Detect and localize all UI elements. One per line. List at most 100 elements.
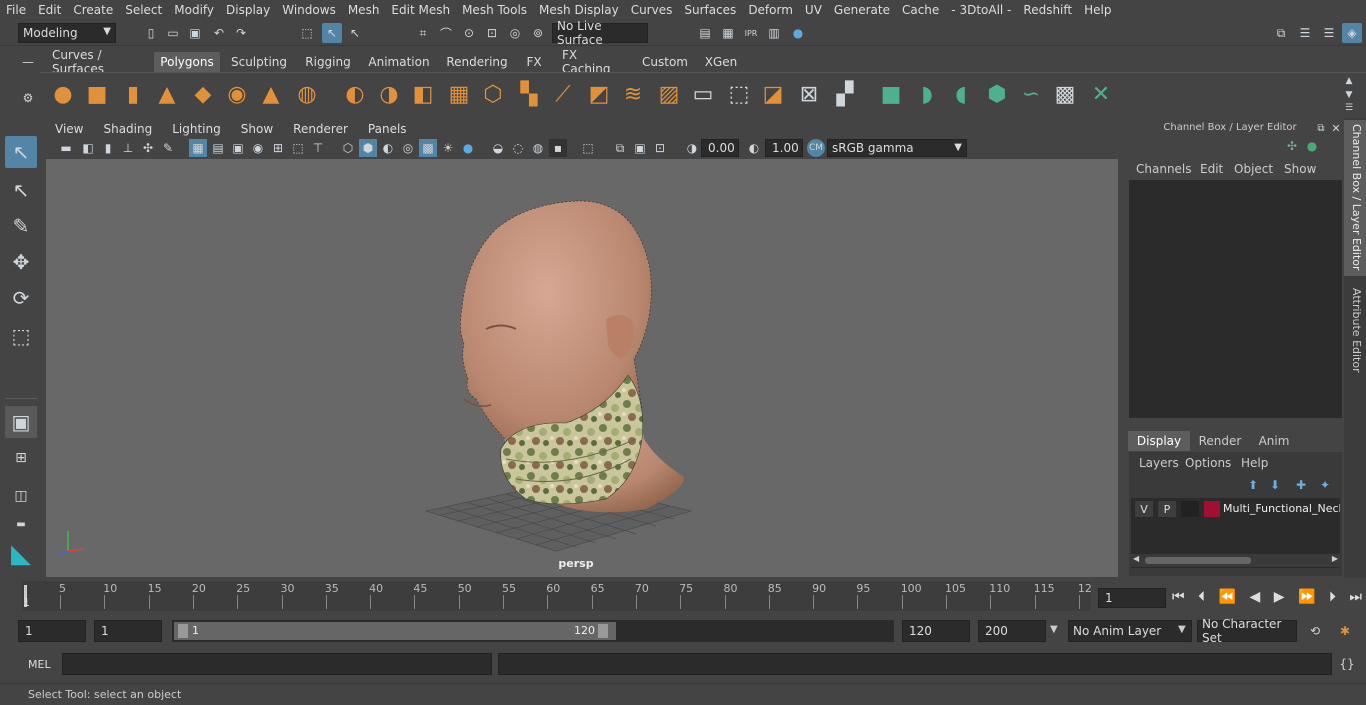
snap-grid-icon[interactable]: ⌗ [414,24,432,42]
redo-icon[interactable]: ↷ [232,24,250,42]
layer-color-swatch[interactable] [1204,501,1220,517]
snap-plane-icon[interactable]: ⊡ [483,24,501,42]
character-set-dropdown[interactable]: No Character Set [1197,617,1297,645]
show-menu[interactable]: Show [1284,162,1324,176]
float-panel-icon[interactable]: ⧉ [1314,121,1328,135]
range-slider-left-grip[interactable] [178,624,188,638]
viewport-menu-panels[interactable]: Panels [358,122,417,136]
anti-aliasing-icon[interactable]: ◌ [509,139,527,157]
menu-windows[interactable]: Windows [276,3,342,17]
undo-icon[interactable]: ↶ [210,24,228,42]
offset-edge-loop-icon[interactable]: ◪ [758,79,788,109]
menu-mesh-display[interactable]: Mesh Display [533,3,625,17]
layer-tab-render[interactable]: Render [1192,431,1248,451]
render-frame-icon[interactable]: ▦ [719,24,737,42]
textured-icon[interactable]: ◎ [399,139,417,157]
layer-playback-toggle[interactable]: P [1158,501,1176,517]
animation-preferences-icon[interactable]: ✱ [1336,622,1354,640]
viewport-menu-lighting[interactable]: Lighting [162,122,231,136]
menu-mesh-tools[interactable]: Mesh Tools [456,3,533,17]
shelf-scroll-up-icon[interactable]: ▲ [1342,75,1356,87]
safe-action-icon[interactable]: ⬚ [289,139,307,157]
modeling-toolkit-icon[interactable]: ⧉ [1272,24,1290,42]
bevel-edge-icon[interactable]: ◩ [584,79,614,109]
attribute-editor-toggle-icon[interactable]: ☰ [1296,24,1314,42]
select-hierarchy-icon[interactable]: ⬚ [298,24,316,42]
outliner-layout-icon[interactable]: ◫ [5,480,37,512]
shelf-settings-icon[interactable]: ⚙ [20,90,36,106]
exposure-field[interactable]: 0.00 [701,139,739,157]
side-tab-channel-box[interactable]: Channel Box / Layer Editor [1344,120,1366,276]
options-menu[interactable]: Options [1185,456,1231,470]
range-slider-handle[interactable] [174,622,616,640]
side-tab-attribute-editor[interactable]: Attribute Editor [1344,284,1366,376]
hud-icon[interactable]: ⊡ [651,139,669,157]
viewport-menu-renderer[interactable]: Renderer [283,122,358,136]
shelf-tab-curves-surfaces[interactable]: Curves / Surfaces [46,48,146,76]
range-slider[interactable]: 1 120 [172,620,894,642]
combine-icon[interactable]: ◐ [340,79,370,109]
poly-torus-icon[interactable]: ◉ [222,79,252,109]
menu-help[interactable]: Help [1078,3,1117,17]
snap-point-icon[interactable]: ⊙ [460,24,478,42]
step-back-frame-icon[interactable]: ⏪ [1219,589,1236,605]
single-perspective-layout-icon[interactable]: ▣ [5,406,37,438]
new-layer-from-selection-icon[interactable]: ✦ [1317,478,1333,492]
film-gate-icon[interactable]: ▤ [209,139,227,157]
poly-pyramid-icon[interactable]: ▲ [256,79,286,109]
menu-edit-mesh[interactable]: Edit Mesh [385,3,456,17]
viewport-menu-view[interactable]: View [45,122,93,136]
new-layer-icon[interactable]: ✚ [1293,478,1309,492]
time-slider[interactable]: 1 5 10 15 20 25 30 35 40 45 50 55 60 65 70 75 80 85 90 95 1… [18,581,1092,611]
wireframe-on-shaded-icon[interactable]: ◐ [379,139,397,157]
layer-scrollbar-thumb[interactable] [1145,557,1251,564]
camera-attributes-icon[interactable]: ◧ [79,139,97,157]
shelf-tab-rendering[interactable]: Rendering [442,52,512,72]
channels-menu[interactable]: Channels [1136,162,1196,176]
move-tool-icon[interactable]: ✥ [5,246,37,278]
ipr-render-icon[interactable]: IPR [742,24,760,42]
menu-generate[interactable]: Generate [828,3,896,17]
bridge-icon[interactable]: ▚ [514,79,544,109]
fill-hole-icon[interactable]: ▨ [654,79,684,109]
save-scene-icon[interactable]: ▣ [186,24,204,42]
scale-tool-icon[interactable]: ⬚ [5,320,37,352]
select-camera-icon[interactable]: ▬ [57,139,75,157]
poly-sphere-icon[interactable]: ● [48,79,78,109]
open-scene-icon[interactable]: ▭ [164,24,182,42]
wireframe-icon[interactable]: ⬡ [339,139,357,157]
exposure-icon[interactable]: ◑ [683,139,701,157]
menu-curves[interactable]: Curves [625,3,679,17]
uv-layout-icon[interactable]: ✕ [1086,79,1116,109]
object-menu[interactable]: Object [1234,162,1276,176]
safe-title-icon[interactable]: ⊤ [309,139,327,157]
close-panel-icon[interactable]: ✕ [1329,121,1343,135]
smooth-icon[interactable]: ▦ [444,79,474,109]
uv-cut-sew-icon[interactable]: ∽ [1016,79,1046,109]
poly-cone-icon[interactable]: ▲ [152,79,182,109]
uv-automatic-icon[interactable]: ⬢ [982,79,1012,109]
shadows-icon[interactable]: ☀ [439,139,457,157]
mode-dropdown[interactable]: Modeling ▼ [18,23,116,43]
chevron-down-icon[interactable]: ▼ [1050,624,1058,635]
menu-create[interactable]: Create [67,3,119,17]
auto-key-icon[interactable]: ⟲ [1306,622,1324,640]
shelf-tab-custom[interactable]: Custom [638,52,692,72]
ambient-occlusion-icon[interactable]: ● [459,139,477,157]
grid-toggle-icon[interactable]: ▦ [189,139,207,157]
snap-curve-icon[interactable]: ⌒ [437,24,455,42]
xray-icon[interactable]: ⬚ [579,139,597,157]
rotate-tool-icon[interactable]: ⟳ [5,282,37,314]
layer-tab-display[interactable]: Display [1128,431,1190,451]
move-layer-down-icon[interactable]: ⬇ [1267,478,1283,492]
help-menu[interactable]: Help [1241,456,1268,470]
depth-of-field-icon[interactable]: ◍ [529,139,547,157]
playback-start-field[interactable]: 1 [94,620,162,642]
multi-cut-icon[interactable]: ▭ [688,79,718,109]
target-weld-icon[interactable]: ⊠ [794,79,824,109]
bevel-icon[interactable]: ⟋ [548,79,578,109]
play-forwards-icon[interactable]: ▶ [1274,589,1285,605]
layer-name[interactable]: Multi_Functional_Neck [1223,502,1340,515]
2d-pan-zoom-icon[interactable]: ✣ [139,139,157,157]
step-back-key-icon[interactable]: ⏴ [1198,589,1205,605]
